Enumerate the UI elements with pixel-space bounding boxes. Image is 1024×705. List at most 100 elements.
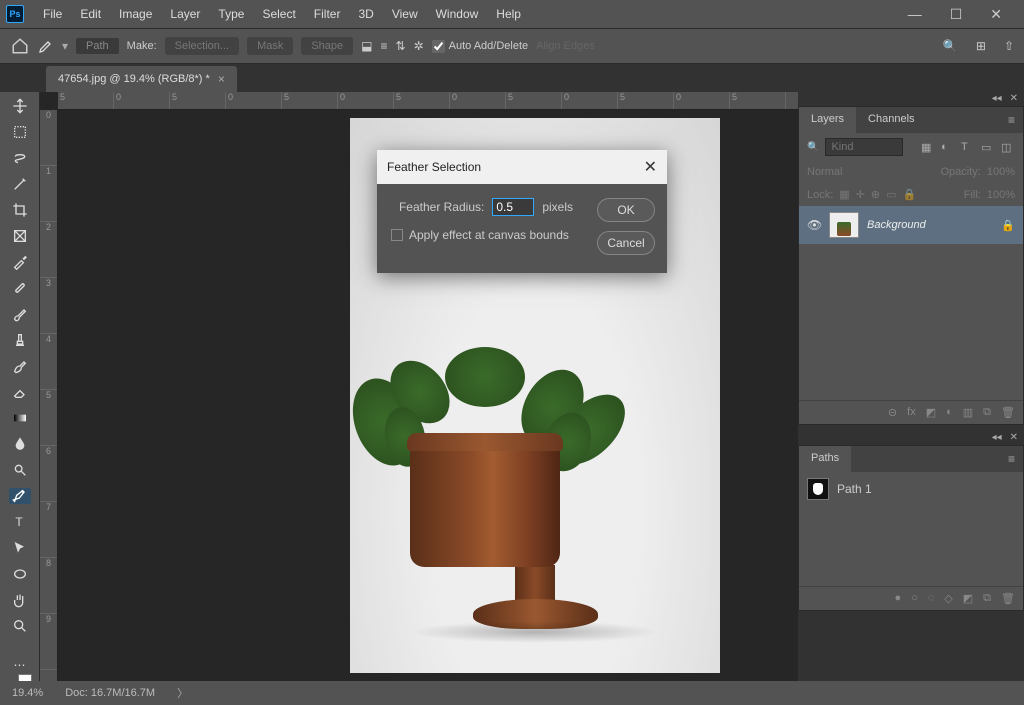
doc-size[interactable]: Doc: 16.7M/16.7M [65,687,155,699]
blend-mode-dropdown[interactable]: Normal [807,166,907,178]
channels-tab[interactable]: Channels [856,107,926,133]
filter-shape-icon[interactable]: ▭ [981,141,995,154]
layers-tab[interactable]: Layers [799,107,856,133]
menu-window[interactable]: Window [427,2,488,26]
hand-tool[interactable] [9,592,31,608]
pen-tool-icon[interactable] [38,38,54,54]
type-tool[interactable]: T [9,514,31,530]
cancel-button[interactable]: Cancel [597,231,655,255]
new-layer-icon[interactable]: ⧉ [983,406,991,419]
arrange-icon[interactable]: ⇅ [396,39,406,53]
menu-select[interactable]: Select [253,2,304,26]
adjustment-icon[interactable]: ◐ [946,406,953,419]
selection-button[interactable]: Selection... [165,37,239,55]
window-close-icon[interactable]: ✕ [990,6,1002,23]
menu-help[interactable]: Help [487,2,530,26]
align-icon[interactable]: ≡ [381,39,388,53]
delete-path-icon[interactable]: 🗑 [1001,592,1015,605]
filter-smart-icon[interactable]: ◫ [1001,141,1015,154]
link-icon[interactable]: ⊝ [888,406,897,419]
filter-pixel-icon[interactable]: ▦ [921,141,935,154]
panel-menu-icon[interactable]: ≡ [1000,107,1023,133]
ok-button[interactable]: OK [597,198,655,222]
feather-radius-input[interactable] [492,198,534,216]
filter-adjust-icon[interactable]: ◐ [941,141,955,154]
move-tool[interactable] [9,98,31,114]
mask-icon[interactable]: ◩ [926,406,936,419]
lock-all-icon[interactable]: 🔒 [903,188,917,201]
marquee-tool[interactable] [9,124,31,140]
selection-path-icon[interactable]: ◌ [928,592,935,605]
status-arrow-icon[interactable]: 〉 [177,685,188,701]
healing-tool[interactable] [9,280,31,296]
share-icon[interactable]: ⇧ [1004,39,1014,53]
zoom-tool[interactable] [9,618,31,634]
auto-add-checkbox[interactable]: Auto Add/Delete [432,40,529,53]
frame-tool[interactable] [9,228,31,244]
window-maximize-icon[interactable]: ☐ [950,6,963,23]
canvas-bounds-checkbox[interactable]: Apply effect at canvas bounds [389,228,583,242]
menu-file[interactable]: File [34,2,71,26]
delete-icon[interactable]: 🗑 [1001,406,1015,419]
layer-thumbnail[interactable] [829,212,859,238]
path-mode-dropdown[interactable]: Path [76,38,119,54]
shape-button[interactable]: Shape [301,37,353,55]
wand-tool[interactable] [9,176,31,192]
edit-toolbar-icon[interactable]: ⋯ [9,658,31,672]
stroke-path-icon[interactable]: ○ [911,592,918,605]
close-panel-icon[interactable]: ✕ [1010,432,1018,444]
collapse-icon[interactable]: ◂◂ [992,93,1002,105]
home-icon[interactable] [10,37,30,55]
window-minimize-icon[interactable]: — [908,6,922,23]
lasso-tool[interactable] [9,150,31,166]
menu-layer[interactable]: Layer [161,2,209,26]
opacity-value[interactable]: 100% [987,166,1015,178]
lock-position-icon[interactable]: ✛ [856,188,865,201]
blur-tool[interactable] [9,436,31,452]
paths-tab[interactable]: Paths [799,446,851,472]
lock-move-icon[interactable]: ⊕ [871,188,880,201]
dodge-tool[interactable] [9,462,31,478]
brush-tool[interactable] [9,306,31,322]
eyedropper-tool[interactable] [9,254,31,270]
fill-path-icon[interactable]: ● [894,592,901,605]
lock-icon[interactable]: 🔒 [1001,219,1015,232]
menu-view[interactable]: View [383,2,427,26]
mask-button[interactable]: Mask [247,37,293,55]
zoom-level[interactable]: 19.4% [12,687,43,699]
collapse-icon[interactable]: ◂◂ [992,432,1002,444]
gear-icon[interactable]: ✲ [414,39,424,53]
menu-filter[interactable]: Filter [305,2,350,26]
filter-type-icon[interactable]: T [961,141,975,154]
path-select-tool[interactable] [9,540,31,556]
menu-3d[interactable]: 3D [349,2,382,26]
shape-tool[interactable] [9,566,31,582]
lock-pixels-icon[interactable]: ▦ [839,188,849,201]
close-panel-icon[interactable]: ✕ [1010,93,1018,105]
history-brush-tool[interactable] [9,358,31,374]
gradient-tool[interactable] [9,410,31,426]
lock-artboard-icon[interactable]: ▭ [886,188,896,201]
menu-image[interactable]: Image [110,2,161,26]
path-op-icon[interactable]: ⬓ [361,39,372,53]
fx-icon[interactable]: fx [907,406,916,419]
menu-type[interactable]: Type [209,2,253,26]
search-icon[interactable]: 🔍 [943,39,958,53]
mask-path-icon[interactable]: ◩ [963,592,973,605]
close-tab-icon[interactable]: × [218,72,225,86]
crop-tool[interactable] [9,202,31,218]
workspace-icon[interactable]: ⊞ [976,39,986,53]
fill-value[interactable]: 100% [987,189,1015,201]
pen-tool[interactable] [9,488,31,504]
menu-edit[interactable]: Edit [71,2,110,26]
dialog-close-icon[interactable]: ✕ [644,157,657,177]
layer-item-background[interactable]: 👁 Background 🔒 [799,206,1023,244]
document-tab[interactable]: 47654.jpg @ 19.4% (RGB/8*) * × [46,66,237,92]
layer-filter-input[interactable] [825,138,903,156]
panel-menu-icon[interactable]: ≡ [1000,446,1023,472]
path-item[interactable]: Path 1 [799,472,1023,506]
group-icon[interactable]: ▥ [963,406,973,419]
eraser-tool[interactable] [9,384,31,400]
visibility-icon[interactable]: 👁 [807,218,821,232]
path-to-selection-icon[interactable]: ◇ [944,592,952,605]
